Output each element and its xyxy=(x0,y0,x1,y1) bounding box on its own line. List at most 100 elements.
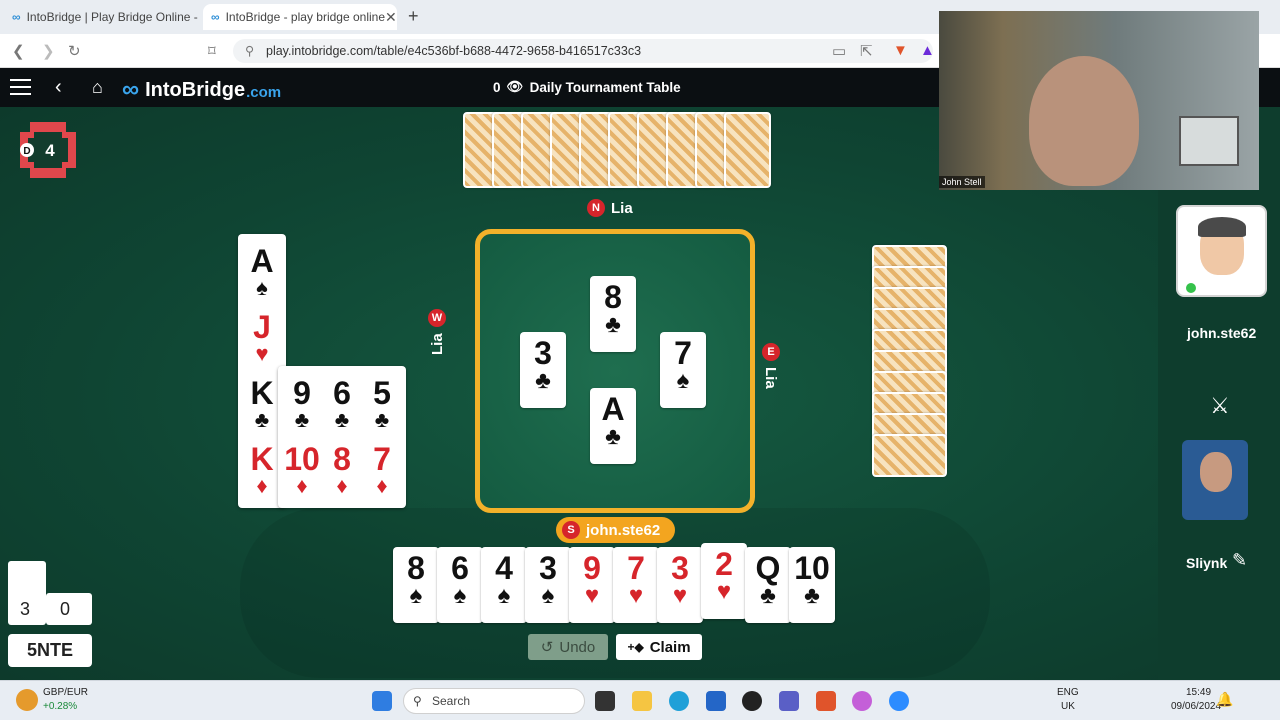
club-icon: ♣ xyxy=(535,367,551,394)
suit-icon: ♠ xyxy=(541,582,555,609)
menu-icon[interactable] xyxy=(10,79,31,95)
seat-name: Lia xyxy=(611,199,633,217)
card-back xyxy=(724,112,771,188)
dummy-card[interactable]: 9 ♣ xyxy=(282,376,322,431)
player2-face xyxy=(1200,452,1232,492)
dummy-card[interactable]: 10 ♦ xyxy=(282,442,322,497)
dummy-card[interactable]: A ♠ xyxy=(242,244,282,300)
card-rank: 10 xyxy=(794,550,830,586)
undo-label: Undo xyxy=(559,638,596,656)
hand-card[interactable]: 10 ♣ xyxy=(789,547,835,623)
trick-area xyxy=(475,229,755,513)
claim-label: Claim xyxy=(649,638,691,656)
rewards-icon[interactable]: ▲ xyxy=(920,42,935,59)
store-icon[interactable] xyxy=(706,691,726,711)
trick-card-west: 3 ♣ xyxy=(520,332,566,408)
tricks-score: 3 0 xyxy=(8,561,92,625)
brand-name: IntoBridge xyxy=(145,78,246,101)
suit-icon: ♣ xyxy=(804,582,820,609)
table-title: Daily Tournament Table xyxy=(529,79,681,95)
hand-card[interactable]: 3 ♥ xyxy=(657,547,703,623)
dummy-card[interactable]: K ♦ xyxy=(242,442,282,497)
reload-icon[interactable]: ↻ xyxy=(68,42,81,60)
south-hand: 8 ♠ 6 ♠ 4 ♠ 3 ♠ 9 ♥ 7 ♥ 3 ♥ 2 ♥ Q ♣ 10 ♣ xyxy=(393,543,838,623)
forward-icon[interactable]: ❯ xyxy=(42,42,55,60)
spade-icon: ♠ xyxy=(256,275,268,300)
zoom-icon[interactable] xyxy=(889,691,909,711)
hand-card[interactable]: 6 ♠ xyxy=(437,547,483,623)
video-caption: John Stell xyxy=(939,176,985,188)
seat-badge: W xyxy=(428,309,446,328)
dummy-card[interactable]: J ♥ xyxy=(242,309,282,365)
clock-date[interactable]: 09/06/2024 xyxy=(1171,701,1221,712)
hand-card[interactable]: 3 ♠ xyxy=(525,547,571,623)
tricks-ew: 0 xyxy=(60,599,71,619)
edge-icon[interactable] xyxy=(669,691,689,711)
brave-shield-icon[interactable]: ▼ xyxy=(893,42,908,59)
card-rank: 6 xyxy=(451,550,469,586)
card-rank: J xyxy=(253,309,271,345)
card-rank: 6 xyxy=(333,375,351,411)
weather-widget-icon[interactable] xyxy=(16,689,38,711)
undo-button[interactable]: ↺ Undo xyxy=(528,634,608,660)
hand-card[interactable]: 4 ♠ xyxy=(481,547,527,623)
dummy-card[interactable]: 8 ♦ xyxy=(322,442,362,497)
seat-badge: S xyxy=(562,521,580,539)
copilot-icon[interactable] xyxy=(852,691,872,711)
dummy-card[interactable]: 5 ♣ xyxy=(362,376,402,432)
dell-icon[interactable] xyxy=(742,691,762,711)
brand-logo[interactable]: ∞ IntoBridge .com xyxy=(122,76,281,104)
hand-card[interactable]: 9 ♥ xyxy=(569,547,615,623)
seat-south: S john.ste62 xyxy=(556,517,675,543)
player2-video xyxy=(1182,440,1248,520)
currency-pair: GBP/EUR xyxy=(43,687,89,698)
site-info-icon[interactable]: ⚲ xyxy=(245,39,254,63)
claim-button[interactable]: +◆ Claim xyxy=(616,634,702,660)
east-hidden-hand xyxy=(872,245,947,477)
brave-icon[interactable] xyxy=(816,691,836,711)
hand-card[interactable]: 8 ♠ xyxy=(393,547,439,623)
taskbar-search-input[interactable]: ⚲ Search xyxy=(403,688,585,714)
taskview-icon[interactable] xyxy=(595,691,615,711)
cast-icon[interactable]: ▭ xyxy=(832,42,846,60)
bookmark-icon[interactable]: ⌑ xyxy=(208,42,216,60)
teams-icon[interactable] xyxy=(779,691,799,711)
clock-time[interactable]: 15:49 xyxy=(1186,687,1211,698)
notification-bell-icon[interactable]: 🔔 xyxy=(1216,691,1233,708)
close-tab-icon[interactable]: ✕ xyxy=(385,9,397,26)
card-back xyxy=(872,434,947,477)
player-avatar[interactable] xyxy=(1176,205,1267,297)
input-region[interactable]: UK xyxy=(1061,701,1075,712)
share-icon[interactable]: ⇱ xyxy=(860,42,873,60)
browser-tab-1[interactable]: ∞ IntoBridge | Play Bridge Online - For xyxy=(4,4,198,30)
diamond-icon: ♦ xyxy=(376,473,388,498)
north-hidden-hand xyxy=(463,112,771,188)
hand-card[interactable]: 2 ♥ xyxy=(701,543,747,619)
swords-icon[interactable]: ⚔ xyxy=(1210,393,1230,419)
back-arrow-icon[interactable]: ‹ xyxy=(55,76,62,99)
dummy-card[interactable]: 6 ♣ xyxy=(322,375,362,431)
dummy-hand: A ♠ J ♥ K ♣ 9 ♣ 6 ♣ 5 ♣ K ♦ 10 ♦ 8 ♦ 7 ♦ xyxy=(238,234,408,508)
browser-tab-2[interactable]: ∞ IntoBridge - play bridge online ✕ xyxy=(203,4,397,30)
card-rank: 7 xyxy=(627,550,645,586)
edit-icon[interactable]: ✎ xyxy=(1232,550,1247,571)
hand-card[interactable]: 7 ♥ xyxy=(613,547,659,623)
search-icon: ⚲ xyxy=(413,694,422,708)
input-language[interactable]: ENG xyxy=(1057,687,1079,698)
club-icon: ♣ xyxy=(374,407,390,432)
new-tab-icon[interactable]: + xyxy=(408,6,419,27)
player2-name: Sliynk xyxy=(1186,555,1228,571)
dummy-card[interactable]: 7 ♦ xyxy=(362,442,402,498)
seat-west: W Lia xyxy=(428,309,446,355)
hand-card[interactable]: Q ♣ xyxy=(745,547,791,623)
url-input[interactable]: ⚲ play.intobridge.com/table/e4c536bf-b68… xyxy=(233,39,933,63)
person-face xyxy=(1029,56,1139,186)
file-explorer-icon[interactable] xyxy=(632,691,652,711)
home-icon[interactable]: ⌂ xyxy=(92,77,103,98)
trick-card-north: 8 ♣ xyxy=(590,276,636,352)
card-rank: 4 xyxy=(495,550,513,586)
back-icon[interactable]: ❮ xyxy=(12,42,25,60)
suit-icon: ♠ xyxy=(409,582,423,609)
windows-start-icon[interactable] xyxy=(372,691,392,711)
dummy-card[interactable]: K ♣ xyxy=(242,376,282,431)
